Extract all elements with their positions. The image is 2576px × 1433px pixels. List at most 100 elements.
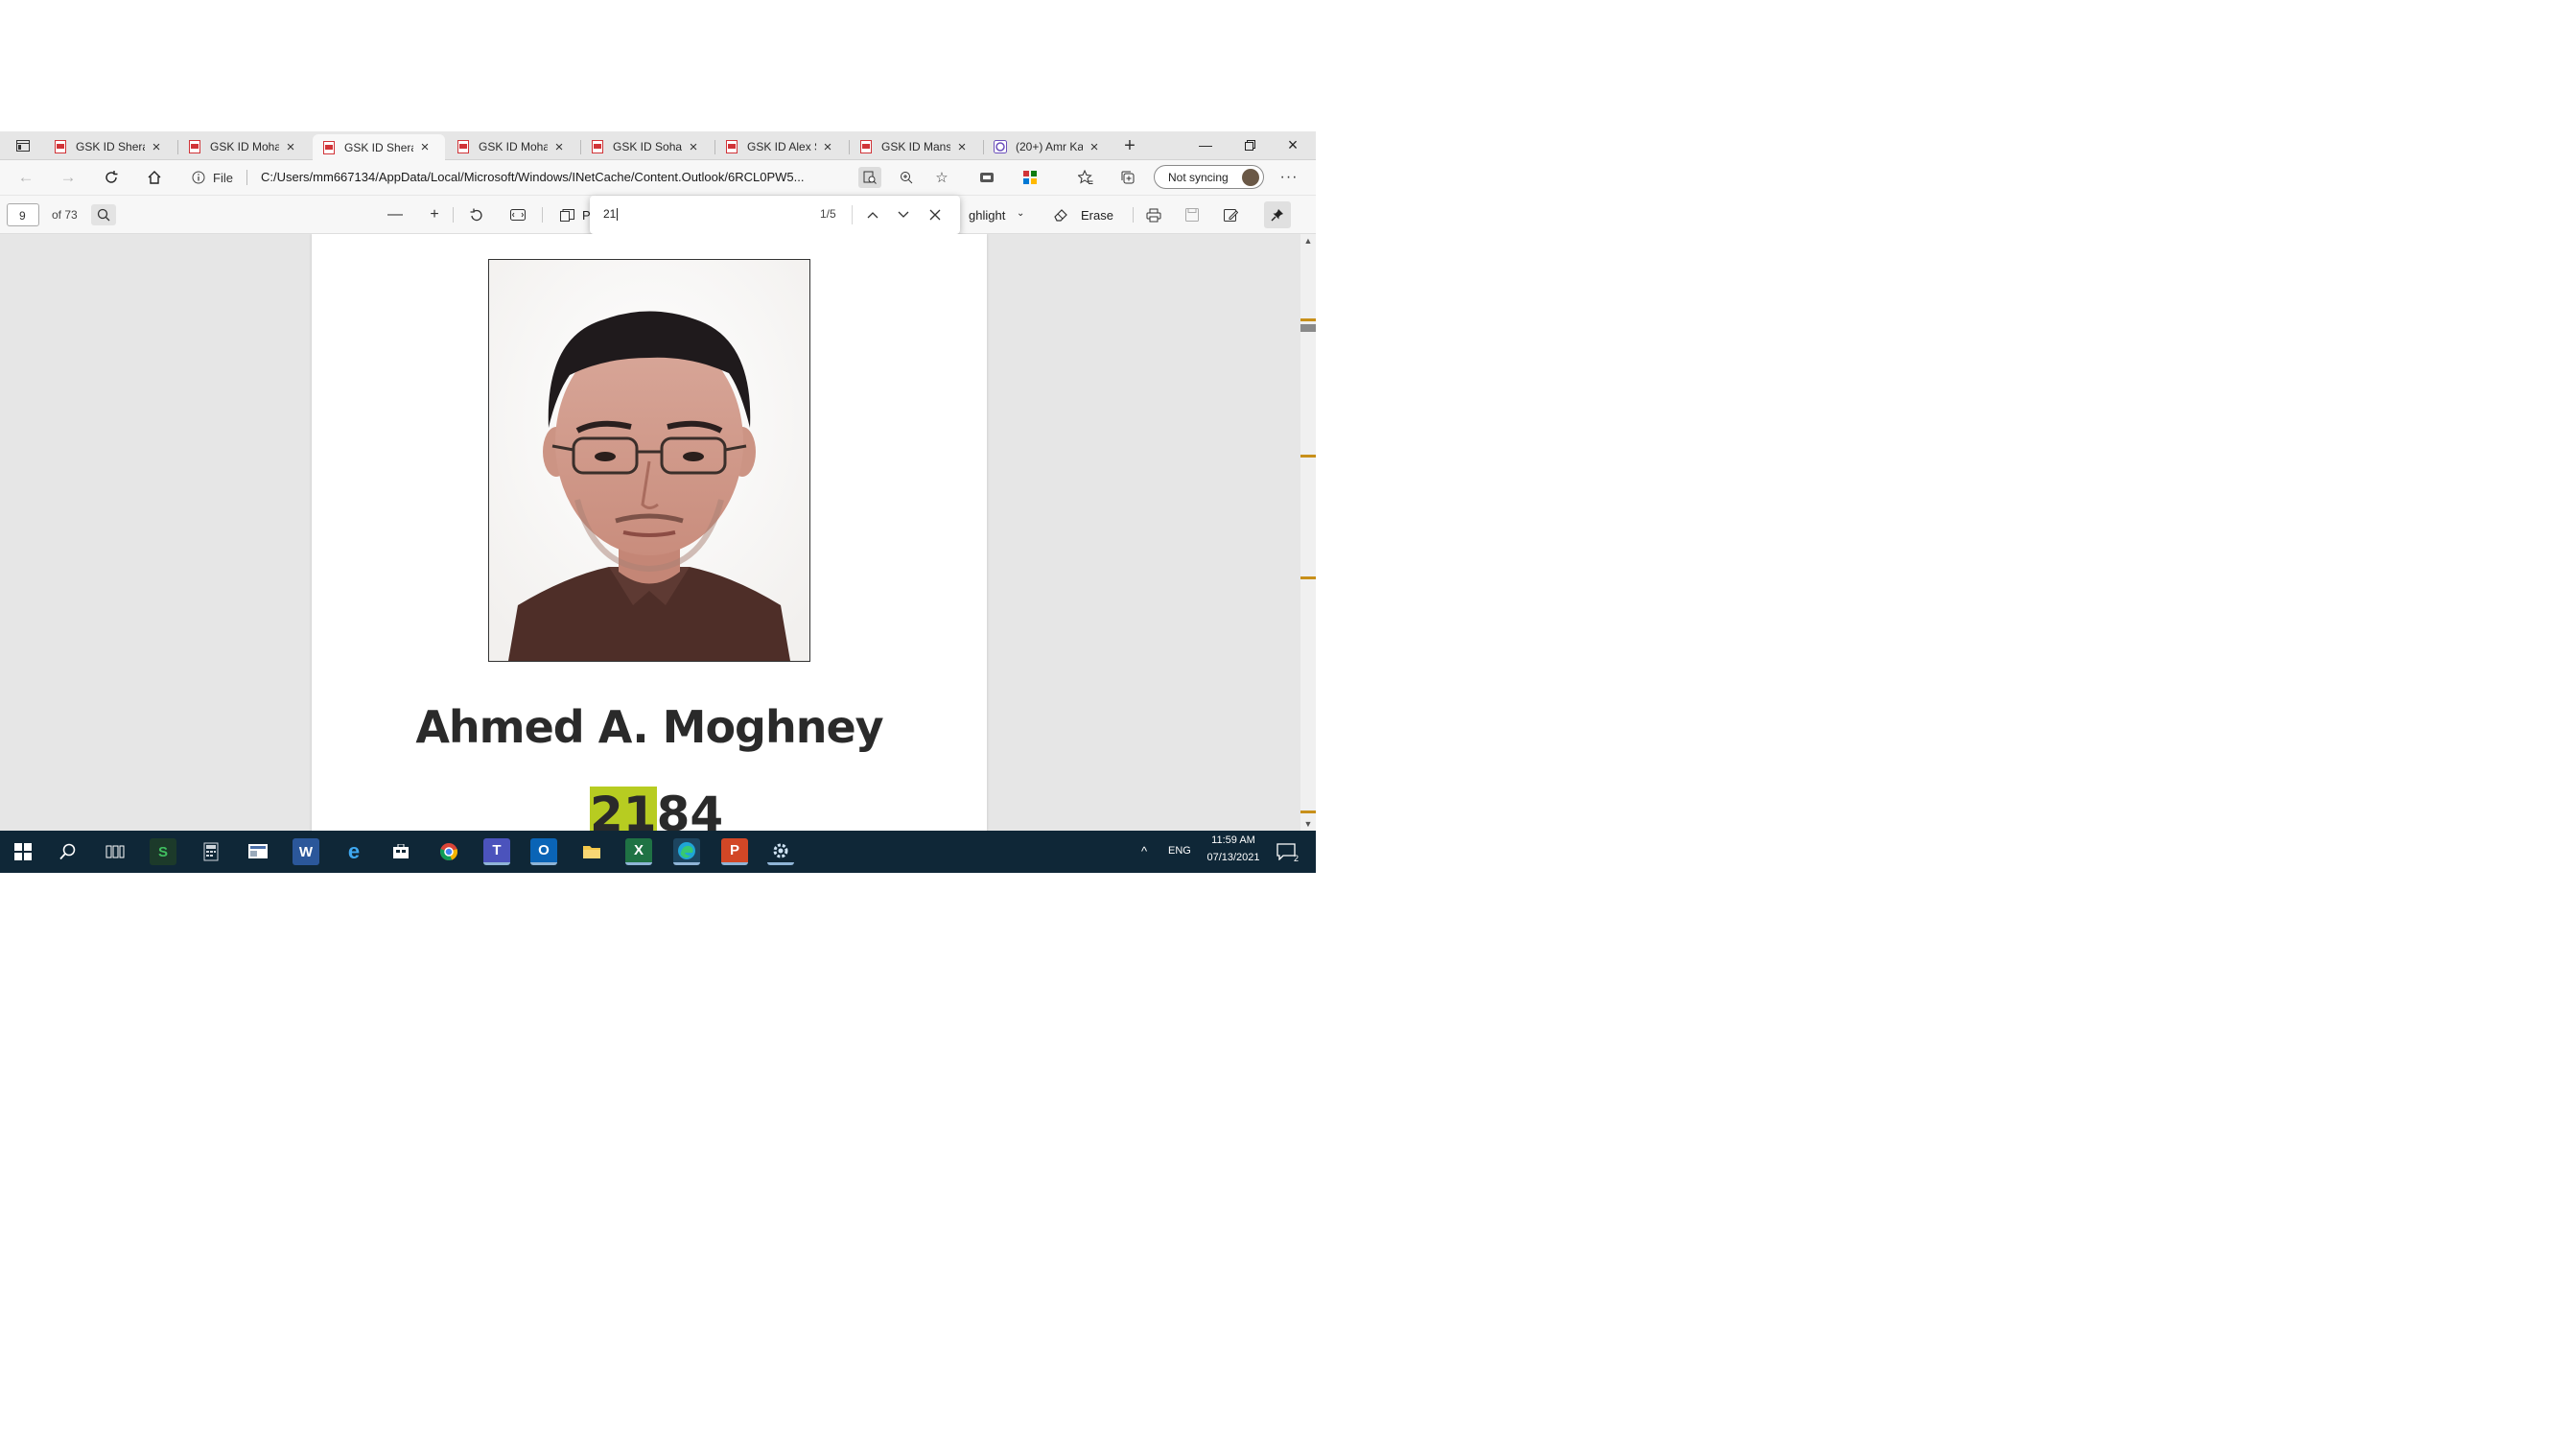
office-extension-icon[interactable] bbox=[1019, 167, 1042, 188]
scroll-thumb[interactable] bbox=[1300, 324, 1316, 332]
url-field[interactable]: C:/Users/mm667134/AppData/Local/Microsof… bbox=[261, 170, 848, 184]
clock-time[interactable]: 11:59 AM bbox=[1199, 834, 1268, 846]
close-find-button[interactable] bbox=[924, 204, 947, 225]
snipping-tool-icon[interactable] bbox=[245, 838, 271, 865]
erase-button[interactable]: Erase bbox=[1081, 208, 1113, 223]
close-icon[interactable]: × bbox=[820, 139, 835, 155]
add-favorite-icon[interactable]: ☆ bbox=[930, 167, 953, 188]
scroll-match-marker bbox=[1300, 810, 1316, 813]
clock-date[interactable]: 07/13/2021 bbox=[1199, 852, 1268, 863]
save-icon[interactable] bbox=[1180, 204, 1205, 225]
refresh-button[interactable] bbox=[100, 167, 123, 188]
settings-app-icon[interactable] bbox=[767, 838, 794, 865]
tab-gsk-sheraton-1[interactable]: GSK ID Sheraton × bbox=[44, 134, 164, 159]
home-button[interactable] bbox=[143, 167, 166, 188]
chrome-icon[interactable] bbox=[435, 838, 462, 865]
calculator-icon[interactable] bbox=[198, 838, 224, 865]
scroll-match-marker bbox=[1300, 455, 1316, 458]
scroll-up-arrow[interactable]: ▲ bbox=[1300, 234, 1316, 247]
extension-icon[interactable] bbox=[975, 167, 998, 188]
next-result-button[interactable] bbox=[892, 204, 915, 225]
tab-title: GSK ID Sheraton bbox=[76, 140, 145, 153]
tab-actions-icon[interactable] bbox=[10, 136, 36, 155]
scroll-down-arrow[interactable]: ▼ bbox=[1300, 817, 1316, 831]
notification-center-icon[interactable]: 2 bbox=[1276, 842, 1299, 863]
info-icon bbox=[192, 171, 205, 184]
profile-photo bbox=[488, 259, 810, 662]
settings-more-icon[interactable]: ··· bbox=[1277, 167, 1300, 188]
tab-gsk-mohandessin-2[interactable]: GSK ID Mohandessin × bbox=[447, 134, 567, 159]
pdf-icon bbox=[860, 140, 872, 153]
previous-result-button[interactable] bbox=[861, 204, 884, 225]
file-explorer-icon[interactable] bbox=[578, 838, 605, 865]
close-icon[interactable]: × bbox=[417, 139, 433, 155]
edge-icon[interactable] bbox=[673, 838, 700, 865]
excel-icon[interactable]: X bbox=[625, 838, 652, 865]
site-info-button[interactable]: File bbox=[192, 170, 247, 185]
person-name: Ahmed A. Moghney bbox=[415, 701, 883, 753]
profile-sync-button[interactable]: Not syncing bbox=[1154, 165, 1264, 189]
close-icon[interactable]: × bbox=[686, 139, 701, 155]
restore-button[interactable] bbox=[1230, 135, 1269, 154]
notification-count: 2 bbox=[1293, 854, 1299, 863]
avatar bbox=[1242, 169, 1259, 186]
rotate-icon[interactable] bbox=[463, 204, 488, 225]
store-icon[interactable] bbox=[387, 838, 414, 865]
pdf-viewport[interactable]: Ahmed A. Moghney 2184 bbox=[0, 234, 1300, 831]
new-tab-button[interactable]: + bbox=[1119, 135, 1140, 156]
pdf-icon bbox=[592, 140, 603, 153]
close-icon[interactable]: × bbox=[954, 139, 970, 155]
tab-facebook[interactable]: (20+) Amr Ka × bbox=[984, 134, 1102, 159]
word-icon[interactable]: W bbox=[293, 838, 319, 865]
task-view-icon[interactable] bbox=[102, 838, 129, 865]
close-icon[interactable]: × bbox=[283, 139, 298, 155]
start-icon[interactable] bbox=[10, 838, 36, 865]
app-s-icon[interactable]: S bbox=[150, 838, 176, 865]
find-on-page-icon[interactable] bbox=[858, 167, 881, 188]
collections-icon[interactable] bbox=[1116, 167, 1139, 188]
highlight-button[interactable]: ghlight bbox=[969, 208, 1005, 223]
page-view-icon[interactable] bbox=[554, 204, 579, 225]
internet-explorer-icon[interactable]: e bbox=[340, 838, 367, 865]
zoom-out-button[interactable]: — bbox=[383, 204, 408, 225]
close-icon[interactable]: × bbox=[551, 139, 567, 155]
eraser-icon[interactable] bbox=[1048, 204, 1073, 225]
close-window-button[interactable]: × bbox=[1274, 135, 1312, 154]
close-icon[interactable]: × bbox=[1087, 139, 1102, 155]
forward-button[interactable]: → bbox=[57, 167, 80, 188]
sync-status-label: Not syncing bbox=[1168, 170, 1229, 184]
tab-gsk-alex[interactable]: GSK ID Alex S × bbox=[715, 134, 835, 159]
page-number-input[interactable]: 9 bbox=[7, 203, 39, 226]
search-icon[interactable] bbox=[91, 204, 116, 225]
print-icon[interactable] bbox=[1141, 204, 1166, 225]
save-as-icon[interactable] bbox=[1218, 204, 1243, 225]
tab-title: GSK ID Sohag bbox=[613, 140, 682, 153]
input-language[interactable]: ENG bbox=[1168, 845, 1191, 857]
tab-gsk-sheraton-active[interactable]: GSK ID Sheraton × bbox=[313, 134, 445, 160]
scroll-match-marker bbox=[1300, 576, 1316, 579]
screen: GSK ID Sheraton × GSK ID Mohandessin × G… bbox=[0, 131, 1316, 873]
pdf-icon bbox=[189, 140, 200, 153]
pin-toolbar-icon[interactable] bbox=[1264, 201, 1291, 228]
minimize-button[interactable]: — bbox=[1186, 135, 1225, 154]
tab-gsk-sohag[interactable]: GSK ID Sohag × bbox=[581, 134, 701, 159]
fit-page-icon[interactable] bbox=[505, 204, 530, 225]
zoom-in-button[interactable]: + bbox=[422, 204, 447, 225]
zoom-icon[interactable] bbox=[895, 167, 918, 188]
pdf-icon bbox=[726, 140, 738, 153]
close-icon[interactable]: × bbox=[149, 139, 164, 155]
chevron-down-icon[interactable]: ⌄ bbox=[1017, 208, 1024, 219]
find-input[interactable]: 21 bbox=[603, 207, 618, 221]
outlook-icon[interactable]: O bbox=[530, 838, 557, 865]
search-icon[interactable] bbox=[55, 838, 82, 865]
tab-gsk-mansoura[interactable]: GSK ID Mansoura × bbox=[850, 134, 970, 159]
teams-icon[interactable]: T bbox=[483, 838, 510, 865]
tab-gsk-mohandessin-1[interactable]: GSK ID Mohandessin × bbox=[178, 134, 298, 159]
powerpoint-icon[interactable]: P bbox=[721, 838, 748, 865]
scrollbar[interactable]: ▲ ▼ bbox=[1300, 234, 1316, 831]
scroll-match-marker bbox=[1300, 318, 1316, 321]
tab-title: GSK ID Mohandessin bbox=[479, 140, 548, 153]
back-button[interactable]: ← bbox=[14, 167, 37, 188]
chevron-up-icon[interactable]: ^ bbox=[1141, 844, 1147, 858]
favorites-icon[interactable] bbox=[1074, 167, 1097, 188]
